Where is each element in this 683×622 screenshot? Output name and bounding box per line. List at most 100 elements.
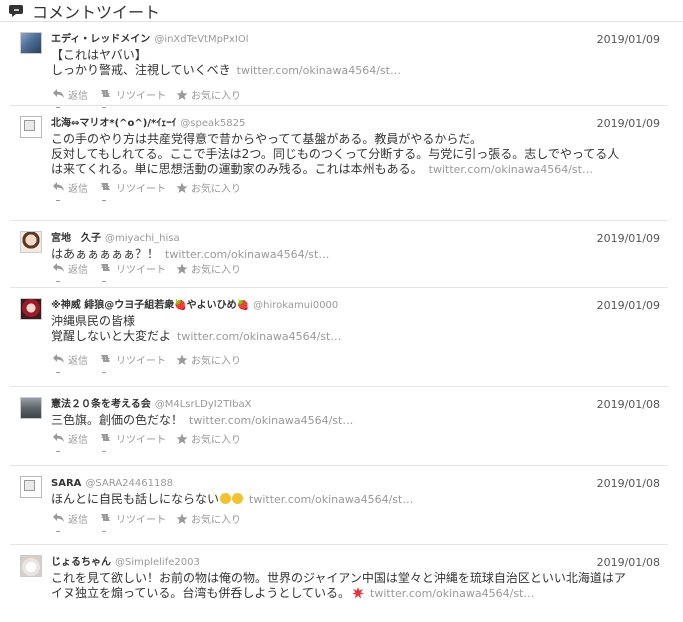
tweet-link[interactable]: twitter.com/okinawa4564/st… <box>177 330 341 343</box>
user-handle[interactable]: @speak5825 <box>180 118 245 129</box>
retweet-icon <box>101 182 110 190</box>
star-icon <box>176 89 188 100</box>
favorite-label: お気に入り <box>191 265 241 276</box>
retweet-icon <box>101 433 110 441</box>
avatar[interactable] <box>20 476 42 498</box>
retweet-button[interactable]: リツイート <box>98 180 166 201</box>
reply-icon <box>53 262 64 272</box>
favorite-button[interactable]: お気に入り <box>176 431 241 446</box>
reply-button[interactable]: 返信 <box>52 511 88 532</box>
reply-button[interactable]: 返信 <box>52 261 88 282</box>
tweet-text: ほんとに自民も話しにならない twitter.com/okinawa4564/st… <box>51 492 658 507</box>
user-handle[interactable]: @hirokamui0000 <box>253 300 338 311</box>
tweet-item[interactable]: ※神威 緋狼@ウヨ子組若衆🍓やよいひめ🍓 @hirokamui0000 2019/… <box>10 288 668 387</box>
tweet-line: 覚醒しないと大変だよ <box>51 329 172 343</box>
tweet-timeline: エディ・レッドメイン @inXdTeVtMpPxIOl 2019/01/09 【こ… <box>0 22 683 615</box>
tweet-link[interactable]: twitter.com/okinawa4564/st… <box>370 587 534 600</box>
tweet-line: 【これはヤバい】 <box>51 48 147 62</box>
reply-button[interactable]: 返信 <box>52 87 88 108</box>
reply-label: 返信 <box>68 356 88 367</box>
tweet-item[interactable]: SARA @SARA24461188 2019/01/08 ほんとに自民も話しにな… <box>10 466 668 545</box>
retweet-icon <box>101 263 110 271</box>
retweet-button[interactable]: リツイート <box>98 431 166 452</box>
favorite-button[interactable]: お気に入り <box>176 180 241 195</box>
retweet-icon <box>101 354 110 362</box>
user-handle[interactable]: @inXdTeVtMpPxIOl <box>154 34 248 45</box>
tweet-link[interactable]: twitter.com/okinawa4564/st… <box>249 493 413 506</box>
page-title: コメントツイート <box>32 2 161 22</box>
user-name[interactable]: 北海⇔マリオ*(^o^)/*ｲｪｰｲ <box>51 118 176 129</box>
tweet-item[interactable]: 北海⇔マリオ*(^o^)/*ｲｪｰｲ @speak5825 2019/01/09 … <box>10 106 668 221</box>
tweet-date: 2019/01/09 <box>596 232 660 245</box>
tweet-actions: 返信 リツイート お気に入り <box>52 87 251 108</box>
reply-icon <box>53 353 64 363</box>
star-icon <box>176 433 188 444</box>
reply-label: 返信 <box>68 91 88 102</box>
favorite-label: お気に入り <box>191 356 241 367</box>
tweet-header: 北海⇔マリオ*(^o^)/*ｲｪｰｲ @speak5825 2019/01/09 <box>51 118 660 130</box>
reply-button[interactable]: 返信 <box>52 431 88 452</box>
tweet-link[interactable]: twitter.com/okinawa4564/st… <box>429 163 593 176</box>
tweet-header: 宮地 久子 @miyachi_hisa 2019/01/09 <box>51 233 660 245</box>
avatar[interactable] <box>20 298 42 320</box>
tweet-line: しっかり警戒、注視していくべき <box>51 63 231 77</box>
retweet-button[interactable]: リツイート <box>98 87 166 108</box>
tweet-date: 2019/01/08 <box>596 477 660 490</box>
favorite-button[interactable]: お気に入り <box>176 87 241 102</box>
favorite-button[interactable]: お気に入り <box>176 511 241 526</box>
star-icon <box>176 182 188 193</box>
tweet-header: ※神威 緋狼@ウヨ子組若衆🍓やよいひめ🍓 @hirokamui0000 2019/… <box>51 300 660 312</box>
tweet-date: 2019/01/09 <box>596 299 660 312</box>
reply-button[interactable]: 返信 <box>52 352 88 373</box>
tweet-item[interactable]: エディ・レッドメイン @inXdTeVtMpPxIOl 2019/01/09 【こ… <box>10 22 668 108</box>
tweet-line: 沖縄県民の皆様 <box>51 314 136 328</box>
tweet-item[interactable]: 宮地 久子 @miyachi_hisa 2019/01/09 はあぁぁぁぁぁ？！ t… <box>10 221 668 288</box>
avatar[interactable] <box>20 32 42 54</box>
tweet-item[interactable]: じょるちゃん @Simplelife2003 2019/01/08 これを見て欲し… <box>10 545 668 615</box>
retweet-button[interactable]: リツイート <box>98 261 166 282</box>
user-handle[interactable]: @miyachi_hisa <box>105 233 180 244</box>
reply-icon <box>53 88 64 98</box>
user-name[interactable]: ※神威 緋狼@ウヨ子組若衆🍓やよいひめ🍓 <box>51 300 249 311</box>
reply-button[interactable]: 返信 <box>52 180 88 201</box>
reply-label: 返信 <box>68 184 88 195</box>
tweet-header: じょるちゃん @Simplelife2003 2019/01/08 <box>51 557 660 569</box>
tweet-text: 三色旗。創価の色だな！ twitter.com/okinawa4564/st… <box>51 413 658 428</box>
user-name[interactable]: じょるちゃん <box>51 557 111 568</box>
tweet-line: はあぁぁぁぁぁ？！ <box>51 247 160 261</box>
user-name[interactable]: エディ・レッドメイン <box>51 34 150 45</box>
avatar[interactable] <box>20 555 42 577</box>
retweet-label: リツイート <box>116 515 166 526</box>
retweet-label: リツイート <box>116 184 166 195</box>
tweet-header: 憲法２０条を考える会 @M4LsrLDyI2TIbaX 2019/01/08 <box>51 399 660 411</box>
tweet-link[interactable]: twitter.com/okinawa4564/st… <box>237 64 401 77</box>
tweet-line: 三色旗。創価の色だな！ <box>51 413 184 427</box>
tweet-line: イヌ独立を煽っている。台湾も併呑しようとしている。 <box>51 586 351 600</box>
favorite-button[interactable]: お気に入り <box>176 352 241 367</box>
tweet-header: エディ・レッドメイン @inXdTeVtMpPxIOl 2019/01/09 <box>51 34 660 46</box>
favorite-label: お気に入り <box>191 91 241 102</box>
tweet-actions: 返信 リツイート お気に入り <box>52 261 251 282</box>
avatar[interactable] <box>20 231 42 253</box>
tweet-text: はあぁぁぁぁぁ？！ twitter.com/okinawa4564/st… <box>51 247 658 262</box>
user-name[interactable]: 宮地 久子 <box>51 233 101 244</box>
avatar[interactable] <box>20 116 42 138</box>
retweet-label: リツイート <box>116 435 166 446</box>
favorite-button[interactable]: お気に入り <box>176 261 241 276</box>
user-handle[interactable]: @SARA24461188 <box>85 478 173 489</box>
retweet-button[interactable]: リツイート <box>98 511 166 532</box>
user-name[interactable]: 憲法２０条を考える会 <box>51 399 151 410</box>
user-name[interactable]: SARA <box>51 478 81 489</box>
user-handle[interactable]: @Simplelife2003 <box>115 557 200 568</box>
page-header: コメントツイート <box>0 0 683 22</box>
favorite-label: お気に入り <box>191 435 241 446</box>
reply-label: 返信 <box>68 265 88 276</box>
user-handle[interactable]: @M4LsrLDyI2TIbaX <box>155 399 252 410</box>
avatar[interactable] <box>20 397 42 419</box>
tweet-link[interactable]: twitter.com/okinawa4564/st… <box>189 414 353 427</box>
tweet-line: この手のやり方は共産党得意で昔からやってて基盤がある。教員がやるからだ。 <box>51 132 483 146</box>
tweet-item[interactable]: 憲法２０条を考える会 @M4LsrLDyI2TIbaX 2019/01/08 三色… <box>10 387 668 466</box>
tweet-text: この手のやり方は共産党得意で昔からやってて基盤がある。教員がやるからだ。 反対し… <box>51 132 658 177</box>
retweet-button[interactable]: リツイート <box>98 352 166 373</box>
tweet-link[interactable]: twitter.com/okinawa4564/st… <box>165 248 329 261</box>
